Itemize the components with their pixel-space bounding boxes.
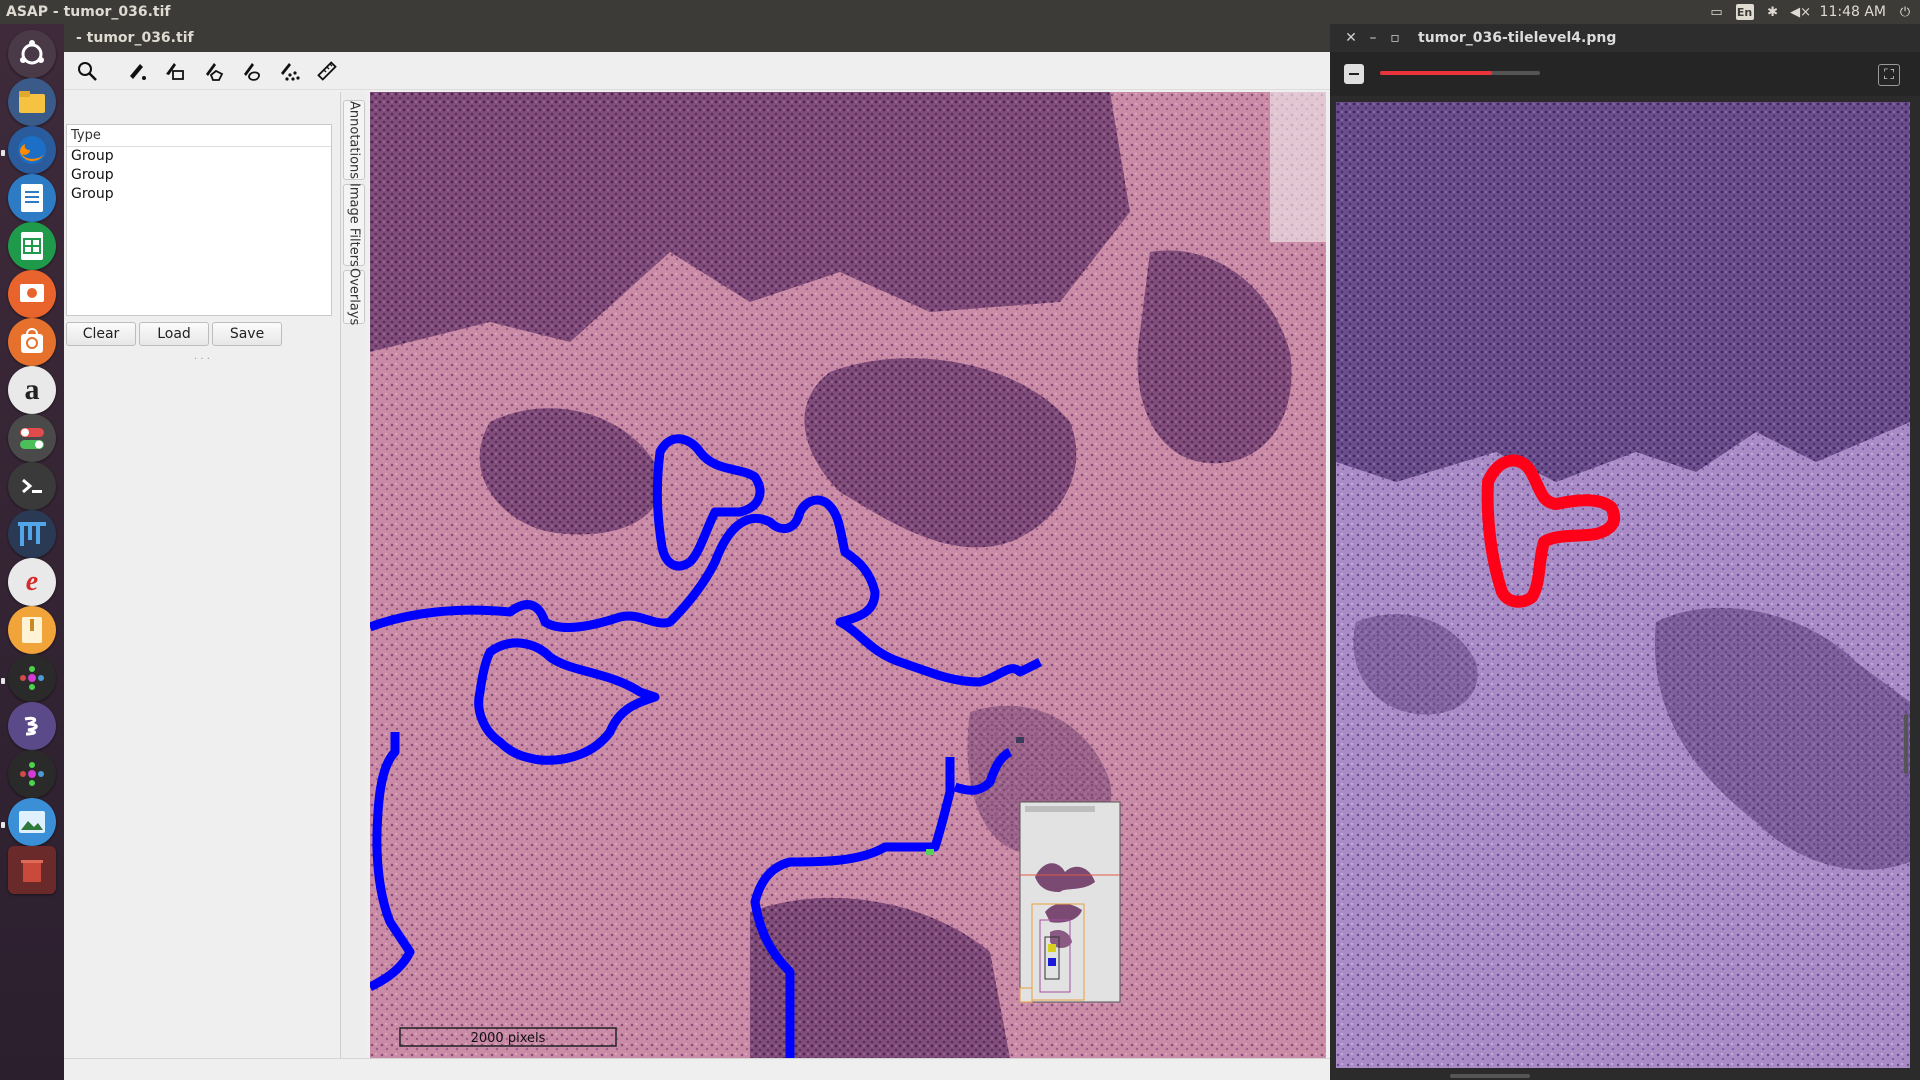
scale-bar-label: 2000 pixels (471, 1031, 546, 1046)
libreoffice-writer-icon[interactable] (8, 174, 56, 222)
emacs-icon[interactable] (8, 702, 56, 750)
firefox-icon[interactable] (8, 126, 56, 174)
running-indicator (1, 150, 5, 156)
ubuntu-software-icon[interactable] (8, 318, 56, 366)
maximize-icon[interactable]: ▫ (1384, 27, 1406, 49)
power-icon[interactable]: ⏻ (1896, 4, 1914, 20)
terminal-icon[interactable] (8, 462, 56, 510)
bluetooth-icon[interactable]: ✱ (1764, 4, 1782, 20)
minimize-icon[interactable]: – (1362, 27, 1384, 49)
ubuntu-dash-icon[interactable] (8, 30, 56, 78)
status-bar (64, 1058, 1330, 1080)
toolbar-separator (108, 57, 116, 85)
vertical-scrollbar[interactable] (1904, 714, 1908, 774)
asap-icon-2[interactable] (8, 750, 56, 798)
close-icon[interactable]: ✕ (1340, 27, 1362, 49)
measurement-ruler-icon[interactable] (310, 55, 344, 87)
clear-button[interactable]: Clear (66, 322, 136, 346)
polygon-annotation-icon[interactable] (196, 55, 230, 87)
clock[interactable]: 11:48 AM (1820, 4, 1886, 20)
annotation-toolbar (64, 52, 1330, 90)
save-button[interactable]: Save (212, 322, 282, 346)
tab-image-filters[interactable]: Image Filters (343, 183, 365, 267)
volume-muted-icon[interactable]: ◀× (1790, 4, 1811, 20)
settings-toggle-icon[interactable] (8, 414, 56, 462)
tile-image[interactable] (1336, 102, 1910, 1068)
fiji-icon[interactable] (8, 510, 56, 558)
slide-viewer[interactable]: 2000 pixels (370, 92, 1326, 1058)
image-viewer-titlebar: ✕ – ▫ tumor_036-tilelevel4.png (1330, 24, 1920, 52)
annotation-control-point[interactable] (926, 849, 934, 855)
asap-window-title: - tumor_036.tif (64, 24, 1330, 52)
tab-overlays[interactable]: Overlays (343, 268, 365, 326)
text-editor-icon[interactable]: e (8, 558, 56, 606)
fullscreen-icon[interactable]: ⛶ (1878, 64, 1900, 86)
annotation-group-row[interactable]: Group (67, 166, 331, 185)
dock-tabs: Annotations Image Filters Overlays (340, 92, 366, 1078)
libreoffice-impress-icon[interactable] (8, 270, 56, 318)
files-icon[interactable] (8, 78, 56, 126)
display-icon[interactable]: ▭ (1708, 4, 1726, 20)
tab-annotations[interactable]: Annotations (343, 100, 365, 180)
image-viewer-title: tumor_036-tilelevel4.png (1418, 30, 1617, 46)
rectangle-annotation-icon[interactable] (158, 55, 192, 87)
annotation-group-row[interactable]: Group (67, 185, 331, 204)
spline-annotation-icon[interactable] (234, 55, 268, 87)
trash-icon[interactable] (8, 846, 56, 894)
annotation-group-row[interactable]: Group (67, 147, 331, 166)
annotations-tree[interactable]: Type Group Group Group (66, 124, 332, 316)
active-window-title: ASAP - tumor_036.tif (6, 4, 171, 20)
horizontal-scrollbar[interactable] (1450, 1074, 1530, 1078)
zoom-slider[interactable] (1380, 71, 1540, 75)
zoom-out-icon[interactable] (1344, 64, 1364, 84)
amazon-icon[interactable]: a (8, 366, 56, 414)
point-set-annotation-icon[interactable] (272, 55, 306, 87)
running-indicator (1, 678, 5, 684)
zoom-tool-icon[interactable] (70, 55, 104, 87)
image-viewer-icon[interactable] (8, 798, 56, 846)
annotation-buttons: Clear Load Save (64, 322, 340, 348)
running-indicator (1, 822, 5, 828)
annotation-control-point[interactable] (1016, 737, 1024, 743)
system-top-panel: ASAP - tumor_036.tif ▭ En ✱ ◀× 11:48 AM … (0, 0, 1920, 24)
zoom-slider-fill (1380, 71, 1492, 75)
slide-edge (1270, 92, 1326, 242)
libreoffice-calc-icon[interactable] (8, 222, 56, 270)
archive-icon[interactable] (8, 606, 56, 654)
system-tray: ▭ En ✱ ◀× 11:48 AM ⏻ (1708, 0, 1914, 24)
splitter-handle[interactable]: · · · (194, 354, 210, 365)
minimap[interactable] (1019, 801, 1121, 1003)
annotations-panel: Type Group Group Group Clear Load Save ·… (64, 92, 340, 1078)
unity-launcher: a e (0, 24, 64, 1080)
asap-icon[interactable] (8, 654, 56, 702)
image-viewer-controls: ⛶ (1330, 52, 1920, 96)
image-viewer-window: ✕ – ▫ tumor_036-tilelevel4.png ⛶ (1330, 24, 1920, 1080)
asap-window: - tumor_036.tif Type Group Group Group C… (64, 24, 1330, 1080)
annotations-type-header[interactable]: Type (67, 125, 331, 147)
keyboard-layout-indicator[interactable]: En (1735, 4, 1754, 20)
load-button[interactable]: Load (139, 322, 209, 346)
dot-annotation-icon[interactable] (120, 55, 154, 87)
